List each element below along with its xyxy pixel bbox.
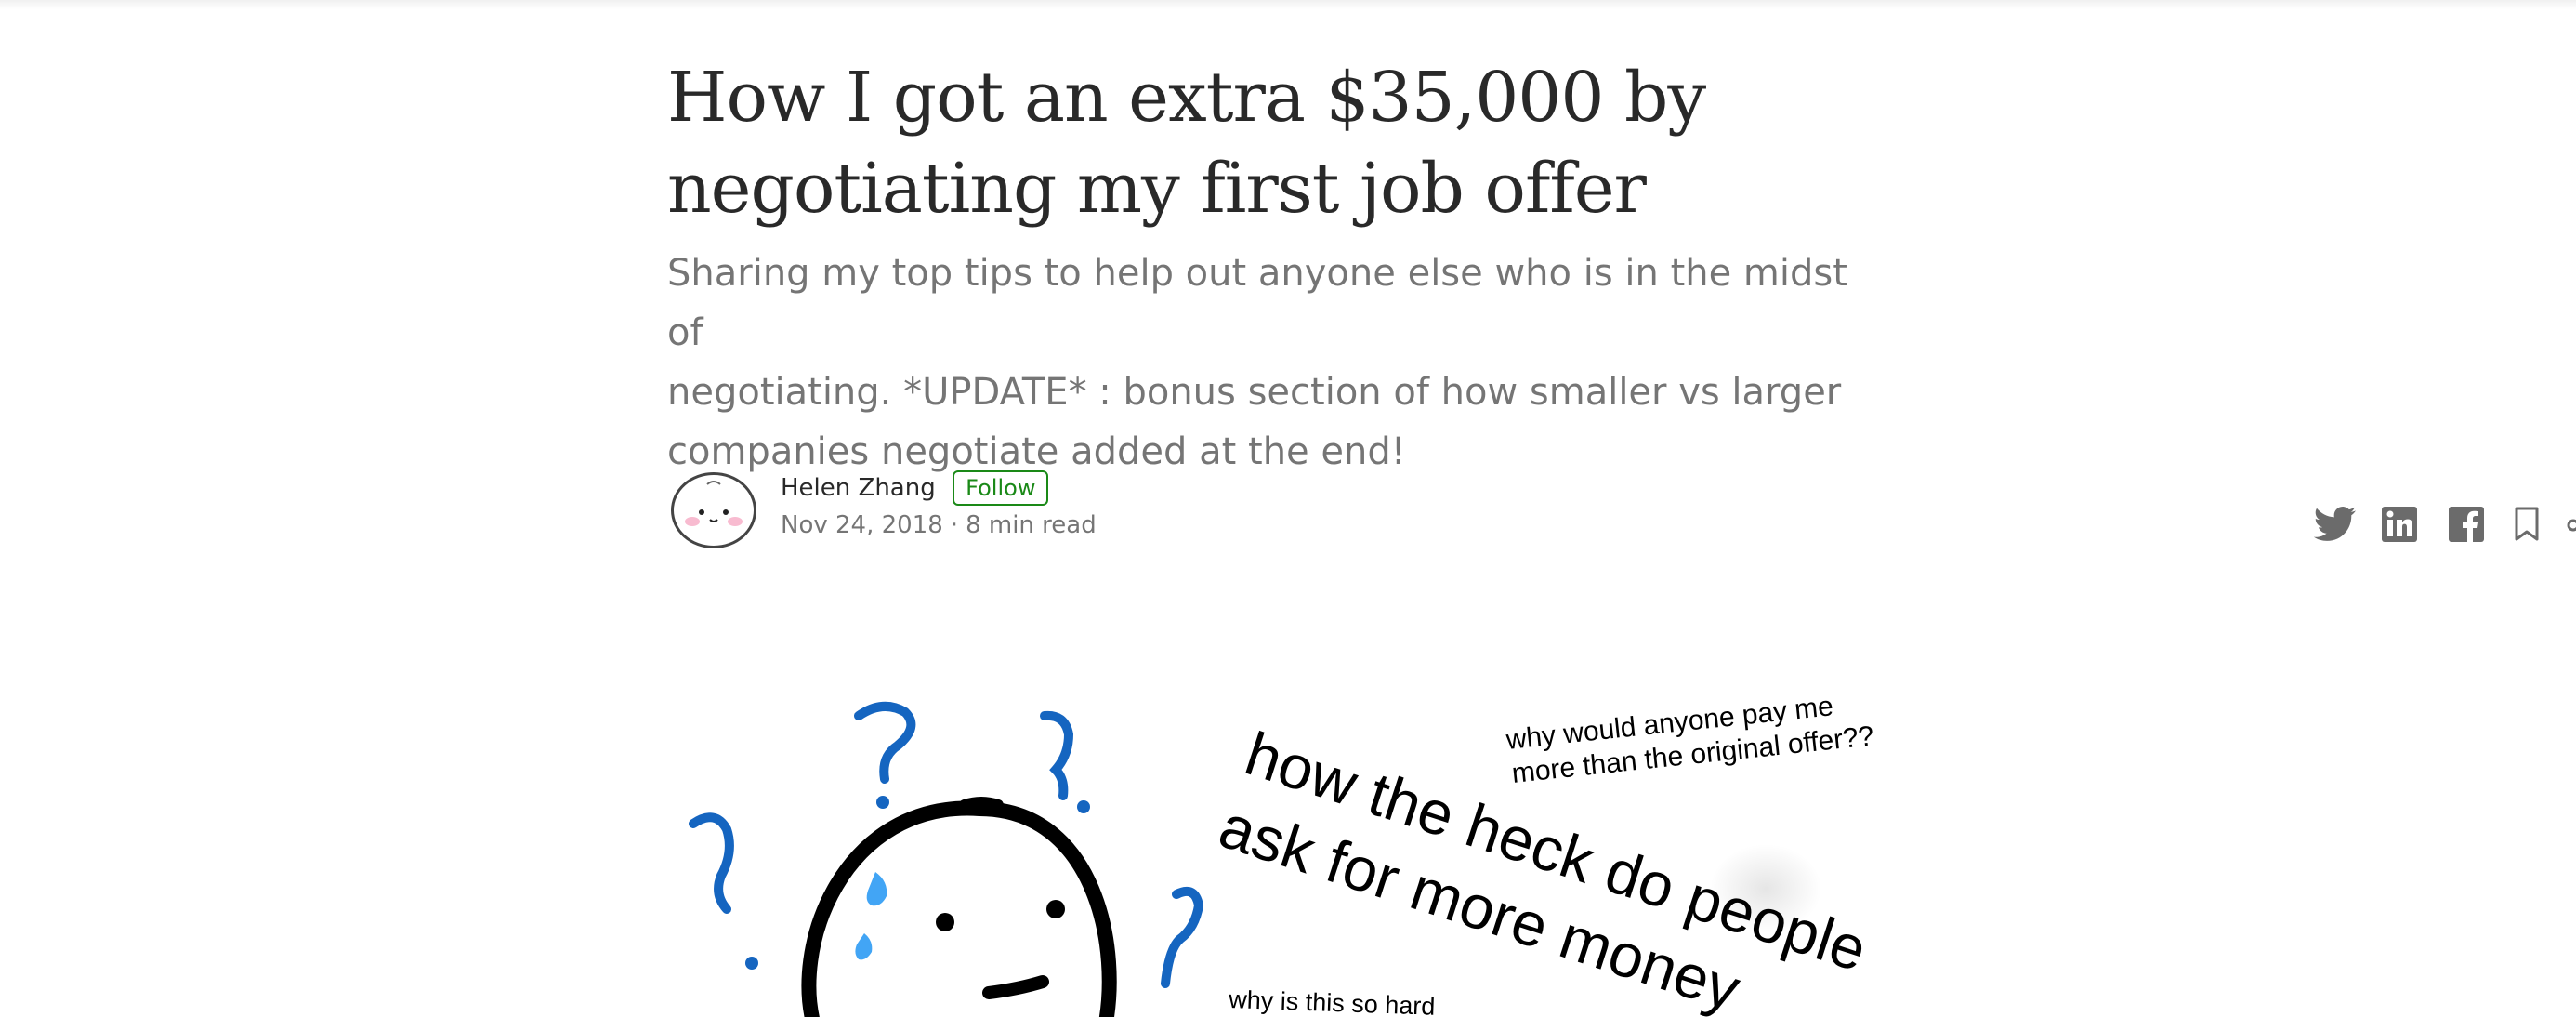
follow-button[interactable]: Follow — [953, 470, 1049, 506]
byline: Helen Zhang Follow Nov 24, 2018 · 8 min re… — [667, 469, 2576, 561]
hero-caption-small: why is this so hard — [1228, 985, 1436, 1017]
worried-face-icon — [801, 797, 1117, 1017]
subtitle-line-2: negotiating. *UPDATE* : bonus section of… — [667, 371, 1842, 414]
hero-illustration: why would anyone pay me more than the or… — [689, 691, 1875, 1017]
question-mark-dot-icon — [1077, 800, 1090, 813]
linkedin-icon[interactable] — [2381, 506, 2418, 543]
author-row: Helen Zhang Follow — [781, 470, 1049, 509]
post-meta: Nov 24, 2018 · 8 min read — [781, 511, 1097, 539]
question-mark-icon — [1040, 710, 1074, 800]
top-bar-shadow — [0, 0, 2576, 9]
title-line-2: negotiating my first job offer — [667, 149, 1647, 229]
question-mark-dot-icon — [876, 796, 889, 809]
question-mark-dot-icon — [745, 957, 758, 970]
title-line-1: How I got an extra $35,000 by — [667, 58, 1706, 138]
twitter-icon[interactable] — [2314, 506, 2357, 543]
question-mark-icon — [854, 702, 916, 784]
more-icon[interactable] — [2567, 506, 2576, 543]
subtitle-line-3: companies negotiate added at the end! — [667, 430, 1406, 473]
post-date: Nov 24, 2018 — [781, 511, 943, 539]
question-mark-icon — [1161, 887, 1204, 988]
bookmark-icon[interactable] — [2513, 506, 2541, 543]
avatar-face-icon — [685, 481, 743, 526]
facebook-icon[interactable] — [2448, 506, 2485, 543]
article-title: How I got an extra $35,000 by negotiating… — [667, 52, 1875, 234]
hero-image: why would anyone pay me more than the or… — [667, 669, 1950, 1017]
read-time: 8 min read — [966, 511, 1097, 539]
author-avatar[interactable] — [671, 472, 756, 548]
subtitle-line-1: Sharing my top tips to help out anyone e… — [667, 252, 1847, 354]
article-subtitle: Sharing my top tips to help out anyone e… — [667, 244, 1875, 482]
question-mark-icon — [689, 812, 734, 914]
meta-separator: · — [950, 511, 959, 539]
author-name[interactable]: Helen Zhang — [781, 474, 936, 502]
